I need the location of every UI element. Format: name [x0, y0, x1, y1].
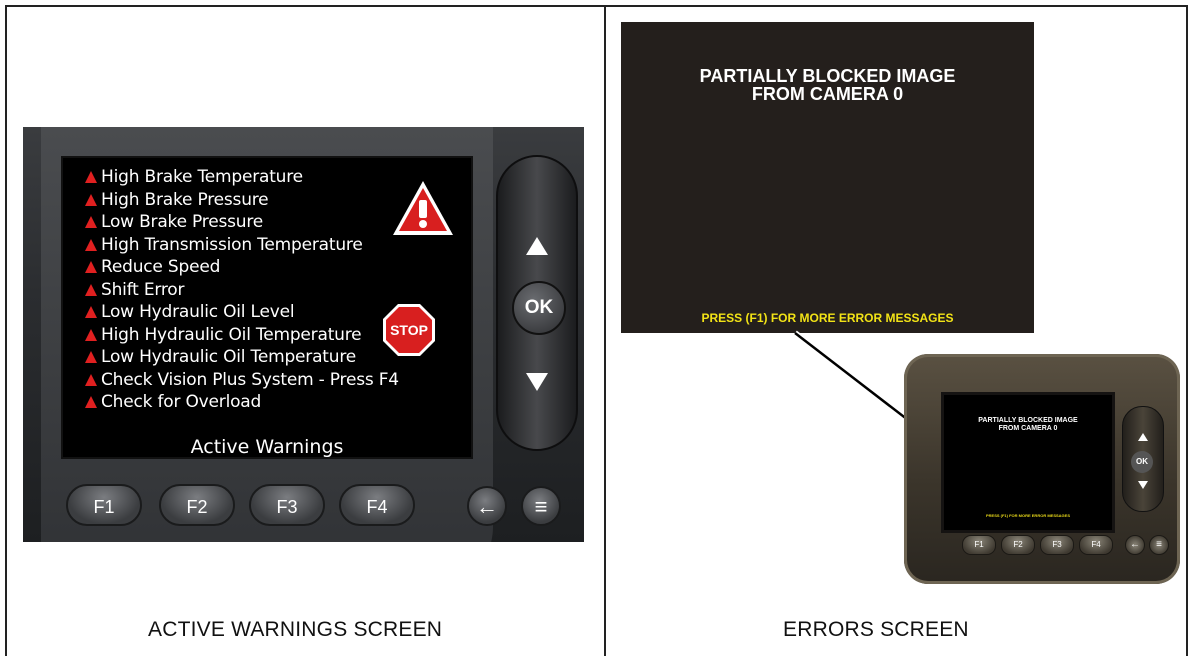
device-ok-button[interactable]: OK [1131, 451, 1153, 473]
device-error-line2: FROM CAMERA 0 [998, 425, 1058, 432]
device-error-message: PARTIALLY BLOCKED IMAGE FROM CAMERA 0 [944, 417, 1112, 433]
device-f2-button[interactable]: F2 [1001, 535, 1035, 555]
device-up-arrow-button[interactable] [1138, 433, 1148, 441]
back-arrow-icon: ← [1130, 539, 1140, 550]
device-error-line1: PARTIALLY BLOCKED IMAGE [978, 417, 1078, 424]
device-f4-button[interactable]: F4 [1079, 535, 1113, 555]
errors-device: PARTIALLY BLOCKED IMAGE FROM CAMERA 0 PR… [904, 354, 1180, 584]
device-f3-button[interactable]: F3 [1040, 535, 1074, 555]
menu-icon: ≡ [1156, 539, 1162, 550]
errors-device-display: PARTIALLY BLOCKED IMAGE FROM CAMERA 0 PR… [941, 392, 1115, 533]
device-back-arrow-button[interactable]: ← [1125, 535, 1145, 555]
device-down-arrow-button[interactable] [1138, 481, 1148, 489]
device-error-footer: PRESS (F1) FOR MORE ERROR MESSAGES [985, 513, 1070, 518]
device-navigation-pod: OK [1122, 406, 1164, 512]
device-menu-button[interactable]: ≡ [1149, 535, 1169, 555]
device-f1-button[interactable]: F1 [962, 535, 996, 555]
right-caption: ERRORS SCREEN [783, 618, 969, 641]
